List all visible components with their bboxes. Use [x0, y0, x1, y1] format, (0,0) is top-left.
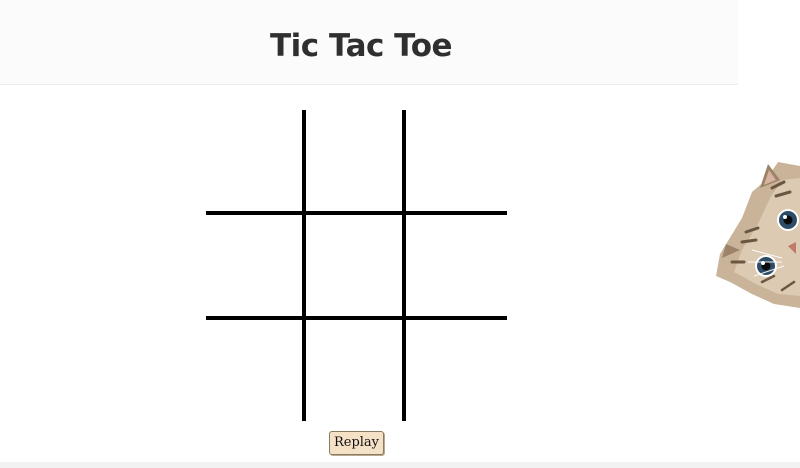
- board-cell[interactable]: [307, 215, 405, 315]
- board-cell[interactable]: [407, 215, 505, 315]
- board-cell[interactable]: [206, 215, 304, 315]
- grid-line-vertical: [402, 110, 406, 421]
- board-cell[interactable]: [206, 110, 304, 210]
- grid-line-horizontal: [206, 316, 507, 320]
- grid-line-horizontal: [206, 211, 507, 215]
- header-bar: Tic Tac Toe: [0, 0, 738, 85]
- game-board: [206, 110, 507, 421]
- page-title: Tic Tac Toe: [270, 28, 453, 64]
- board-cell[interactable]: [407, 110, 505, 210]
- replay-button[interactable]: Replay: [329, 431, 384, 455]
- board-cell[interactable]: [307, 110, 405, 210]
- board-cell[interactable]: [307, 320, 405, 420]
- board-cell[interactable]: [407, 320, 505, 420]
- grid-line-vertical: [302, 110, 306, 421]
- board-cell[interactable]: [206, 320, 304, 420]
- peeking-cat-icon: [716, 162, 800, 308]
- footer-divider: [0, 462, 800, 468]
